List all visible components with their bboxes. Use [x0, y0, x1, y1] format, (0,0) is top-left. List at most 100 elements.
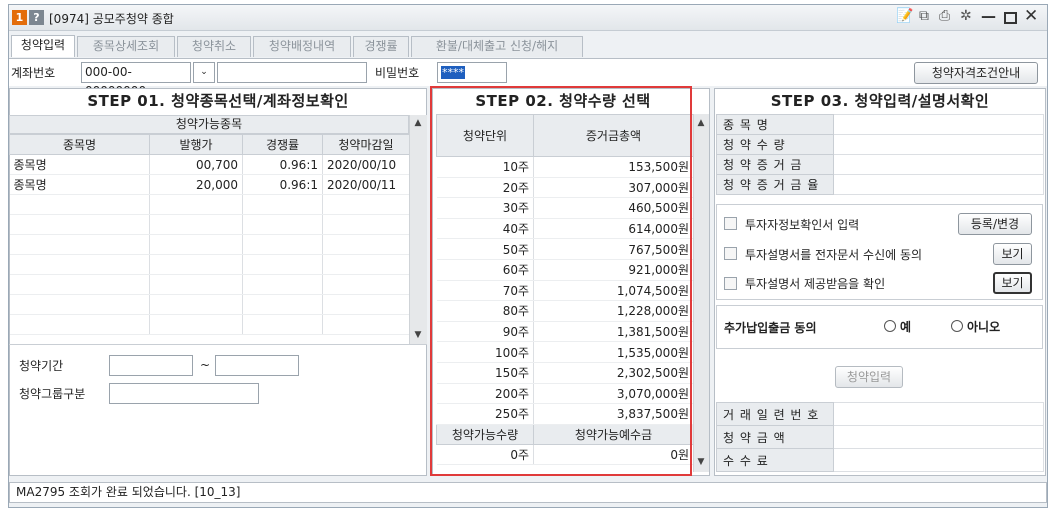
unit-cell: 70주 [436, 280, 534, 302]
unit-cell: 40주 [436, 218, 534, 240]
e-document-consent-checkbox[interactable] [724, 247, 737, 260]
radio-no[interactable] [951, 320, 963, 332]
register-change-button[interactable]: 등록/변경 [958, 213, 1032, 235]
screenshot-icon[interactable]: ⎙ [939, 8, 950, 24]
deposit-total-cell: 153,500원 [533, 156, 694, 178]
tab-stock-detail[interactable]: 종목상세조회 [77, 36, 175, 57]
deposit-total-cell: 1,381,500원 [533, 321, 694, 343]
memo-icon[interactable]: 📝 [896, 8, 913, 24]
table-row[interactable]: 100주 1,535,000원 [436, 341, 694, 363]
e-document-consent-label: 투자설명서를 전자문서 수신에 동의 [745, 248, 923, 262]
table-row[interactable]: 50주 767,500원 [436, 238, 694, 260]
radio-yes-label: 예 [900, 320, 912, 334]
unit-cell: 250주 [436, 403, 534, 425]
table-row[interactable]: 250주 3,837,500원 [436, 403, 694, 425]
step2-title: STEP 02. 청약수량 선택 [475, 92, 651, 110]
period-separator: ~ [200, 358, 211, 372]
col-deposit-total: 증거금총액 [533, 114, 694, 157]
period-end-field[interactable] [215, 355, 299, 376]
unit-cell: 10주 [436, 156, 534, 178]
step1-table: 종목명 발행가 경쟁률 청약마감일 종목명 00,700 0.96:1 2020… [9, 134, 410, 335]
tab-competition[interactable]: 경쟁률 [353, 36, 409, 57]
stock-name-label: 종 목 명 [716, 114, 834, 135]
subscribe-submit-button[interactable]: 청약입력 [835, 366, 903, 388]
view-button[interactable]: 보기 [993, 243, 1032, 265]
table-row[interactable]: 90주 1,381,500원 [436, 321, 694, 343]
minimize-icon[interactable]: — [981, 7, 996, 25]
quantity-label: 청 약 수 량 [716, 134, 834, 155]
table-row[interactable]: 종목명 00,700 0.96:1 2020/00/10 [9, 154, 410, 175]
investor-info-checkbox[interactable] [724, 217, 737, 230]
quantity-value [833, 134, 1044, 155]
col-available-qty: 청약가능수량 [436, 423, 534, 445]
unit-cell: 150주 [436, 362, 534, 384]
close-icon[interactable]: ✕ [1024, 6, 1038, 26]
table-row[interactable]: 종목명 20,000 0.96:1 2020/00/11 [9, 174, 410, 195]
investor-info-label: 투자자정보확인서 입력 [745, 218, 860, 232]
stock-name-cell: 종목명 [9, 174, 150, 195]
divider [9, 344, 427, 345]
deposit-rate-value [833, 174, 1044, 195]
tab-subscription-input[interactable]: 청약입력 [11, 35, 75, 57]
period-start-field[interactable] [109, 355, 193, 376]
deposit-total-cell: 1,074,500원 [533, 280, 694, 302]
table-row[interactable]: 80주 1,228,000원 [436, 300, 694, 322]
fee-value [833, 448, 1044, 472]
tab-refund[interactable]: 환불/대체출고 신청/해지 [411, 36, 583, 57]
col-unit: 청약단위 [436, 114, 534, 157]
step1-scrollbar[interactable] [409, 115, 427, 344]
help-icon[interactable]: ? [29, 10, 44, 25]
table-row[interactable]: 40주 614,000원 [436, 218, 694, 240]
scroll-up-icon[interactable]: ▲ [409, 118, 427, 128]
col-stock-name: 종목명 [9, 134, 150, 155]
deposit-total-cell: 767,500원 [533, 238, 694, 260]
password-field[interactable]: **** [437, 62, 507, 83]
deposit-total-cell: 307,000원 [533, 177, 694, 199]
unit-cell: 50주 [436, 238, 534, 260]
radio-no-label: 아니오 [967, 320, 1001, 334]
table-row[interactable]: 200주 3,070,000원 [436, 383, 694, 405]
scroll-down-icon[interactable]: ▼ [409, 330, 427, 340]
table-row[interactable]: 60주 921,000원 [436, 259, 694, 281]
account-name-field[interactable] [217, 62, 367, 83]
account-bar: 계좌번호 000-00-00000000 ⌄ 비밀번호 **** 청약자격조건안… [9, 58, 1047, 98]
account-number-field[interactable]: 000-00-00000000 [81, 62, 191, 98]
radio-yes[interactable] [884, 320, 896, 332]
deposit-total-cell: 2,302,500원 [533, 362, 694, 384]
account-dropdown-icon[interactable]: ⌄ [193, 62, 215, 83]
deposit-total-cell: 1,228,000원 [533, 300, 694, 322]
table-row[interactable]: 10주 153,500원 [436, 156, 694, 178]
link-window-icon[interactable]: ⧉ [919, 8, 929, 24]
unit-cell: 80주 [436, 300, 534, 322]
deposit-value [833, 154, 1044, 175]
scroll-up-icon[interactable]: ▲ [693, 118, 709, 128]
step2-scrollbar[interactable] [693, 114, 709, 472]
deposit-total-cell: 614,000원 [533, 218, 694, 240]
table-row[interactable]: 20주 307,000원 [436, 177, 694, 199]
tab-allocation[interactable]: 청약배정내역 [253, 36, 351, 57]
unit-cell: 60주 [436, 259, 534, 281]
group-field[interactable] [109, 383, 259, 404]
unit-cell: 200주 [436, 383, 534, 405]
scroll-down-icon[interactable]: ▼ [693, 457, 709, 467]
available-qty-value: 0주 [436, 444, 534, 465]
competition-cell: 0.96:1 [242, 154, 323, 175]
status-bar: MA2795 조회가 완료 되었습니다. [10_13] [9, 482, 1047, 503]
view-button[interactable]: 보기 [993, 272, 1032, 294]
tab-cancel[interactable]: 청약취소 [177, 36, 251, 57]
window-number-badge: 1 [12, 10, 27, 25]
maximize-icon[interactable] [1004, 12, 1017, 24]
settings-icon[interactable]: ✲ [960, 8, 972, 24]
group-label: 청약그룹구분 [19, 387, 86, 401]
table-row[interactable]: 30주 460,500원 [436, 197, 694, 219]
competition-cell: 0.96:1 [242, 174, 323, 195]
table-row[interactable]: 150주 2,302,500원 [436, 362, 694, 384]
eligibility-guide-button[interactable]: 청약자격조건안내 [914, 62, 1038, 84]
table-row[interactable]: 70주 1,074,500원 [436, 280, 694, 302]
col-available-deposit: 청약가능예수금 [533, 423, 694, 445]
fee-label: 수 수 료 [716, 448, 834, 472]
prospectus-received-label: 투자설명서 제공받음을 확인 [745, 277, 886, 291]
prospectus-received-checkbox[interactable] [724, 277, 737, 290]
deadline-cell: 2020/00/11 [322, 174, 410, 195]
subscription-amount-value [833, 425, 1044, 449]
